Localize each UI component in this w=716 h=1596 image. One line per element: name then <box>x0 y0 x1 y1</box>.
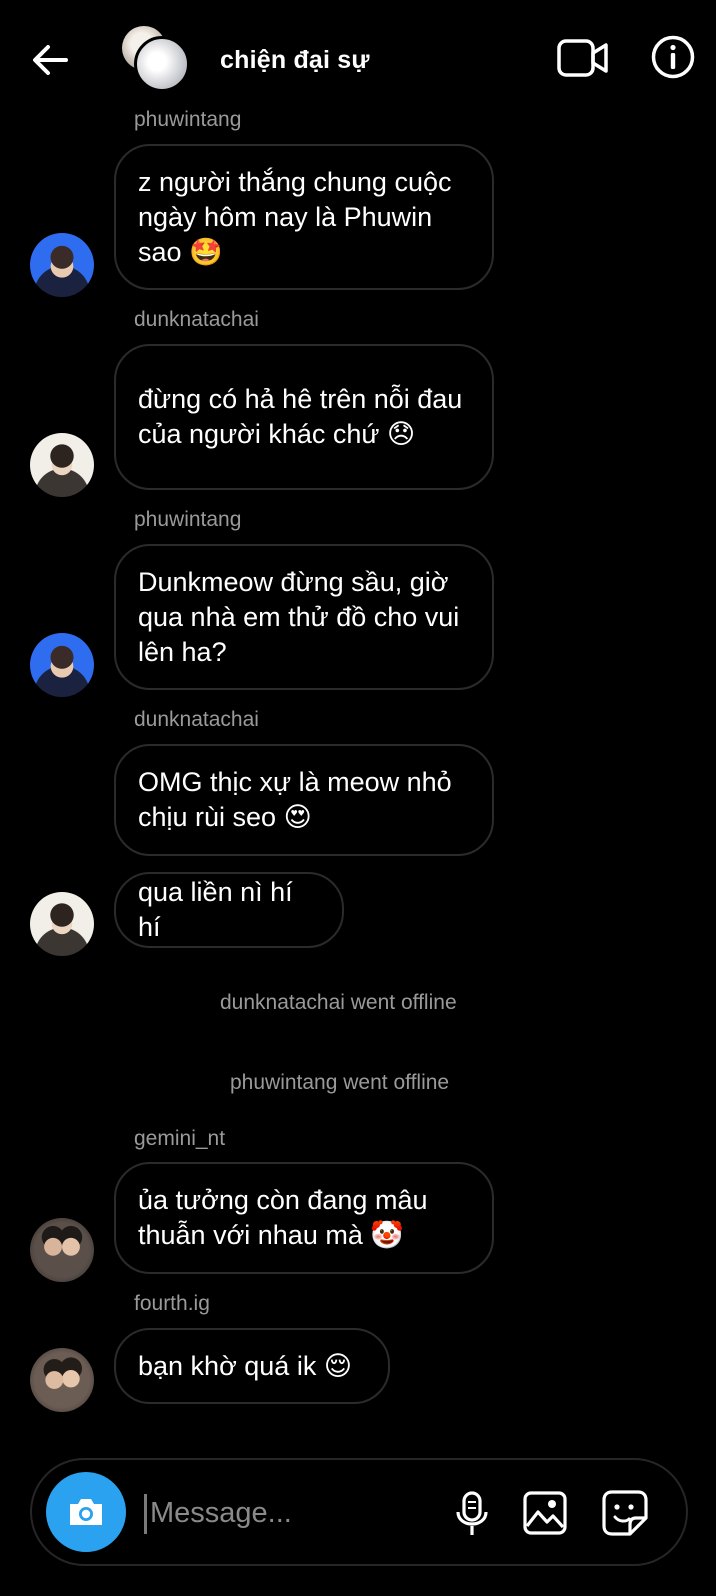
arrow-left-icon <box>33 45 68 75</box>
message-bubble[interactable]: bạn khờ quá ik 😌 <box>114 1328 390 1404</box>
status-event: phuwintang went offline <box>230 1071 450 1094</box>
voice-message-button[interactable] <box>450 1490 494 1538</box>
avatar[interactable] <box>30 633 94 697</box>
chat-title[interactable]: chiện đại sự <box>220 46 370 75</box>
info-button[interactable] <box>650 34 696 80</box>
video-call-button[interactable] <box>556 36 610 80</box>
chat-header: chiện đại sự <box>0 0 716 112</box>
status-event: dunknatachai went offline <box>220 991 457 1014</box>
message-bubble[interactable]: z người thắng chung cuộc ngày hôm nay là… <box>114 144 494 290</box>
avatar[interactable] <box>30 1218 94 1282</box>
video-camera-icon <box>557 39 608 77</box>
message-bubble[interactable]: qua liền nì hí hí <box>114 872 344 948</box>
message-bubble[interactable]: đừng có hả hê trên nỗi đau của người khá… <box>114 344 494 490</box>
message-sender: dunknatachai <box>134 708 259 731</box>
avatar[interactable] <box>30 433 94 497</box>
info-icon <box>651 35 695 79</box>
avatar[interactable] <box>30 892 94 956</box>
message-sender: fourth.ig <box>134 1292 210 1315</box>
avatar[interactable] <box>30 1348 94 1412</box>
avatar[interactable] <box>30 233 94 297</box>
message-bubble[interactable]: ủa tưởng còn đang mâu thuẫn với nhau mà … <box>114 1162 494 1274</box>
message-sender: dunknatachai <box>134 308 259 331</box>
back-button[interactable] <box>28 38 72 82</box>
sticker-icon <box>602 1490 648 1536</box>
message-bubble[interactable]: Dunkmeow đừng sầu, giờ qua nhà em thử đồ… <box>114 544 494 690</box>
camera-button[interactable] <box>46 1472 126 1552</box>
microphone-icon <box>456 1491 488 1535</box>
text-cursor <box>144 1494 147 1534</box>
gallery-button[interactable] <box>522 1490 568 1536</box>
message-sender: gemini_nt <box>134 1127 226 1150</box>
message-composer <box>30 1458 688 1566</box>
camera-icon <box>70 1499 102 1525</box>
message-bubble[interactable]: OMG thịc xự là meow nhỏ chịu rùi seo 😍 <box>114 744 494 856</box>
image-gallery-icon <box>523 1491 567 1535</box>
message-sender: phuwintang <box>134 508 242 531</box>
group-avatar[interactable] <box>122 26 192 96</box>
message-sender: phuwintang <box>134 108 242 131</box>
message-input[interactable] <box>150 1490 440 1536</box>
group-avatar-front <box>134 36 190 92</box>
sticker-button[interactable] <box>600 1488 650 1538</box>
